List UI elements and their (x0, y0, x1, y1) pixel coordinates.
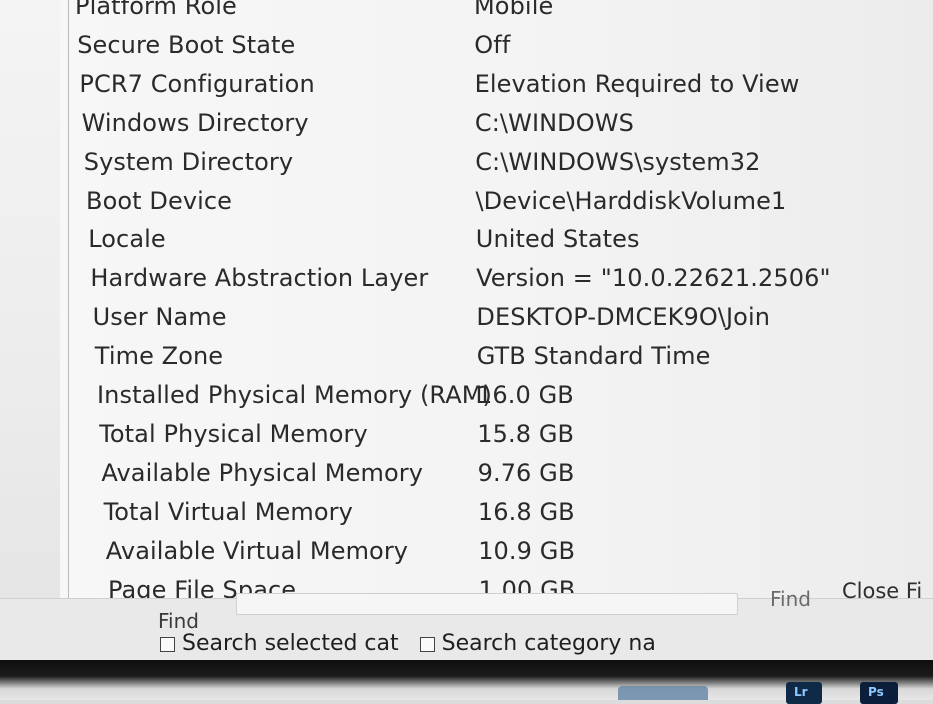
system-summary-table: Platform Role Mobile Secure Boot State Off P… (60, 0, 933, 598)
lightroom-taskbar-icon[interactable]: Lr (786, 682, 822, 704)
value-cell: 16.8 GB (477, 497, 575, 526)
item-cell: Time Zone (94, 342, 224, 371)
table-row[interactable]: PCR7 Configuration Elevation Required to … (60, 70, 933, 110)
find-what-input[interactable] (236, 593, 738, 615)
value-cell: Mobile (474, 0, 554, 20)
value-cell: C:\WINDOWS\system32 (475, 147, 761, 176)
item-cell: Available Physical Memory (101, 458, 424, 487)
item-cell: Total Physical Memory (99, 419, 368, 448)
checkbox-icon (419, 636, 435, 652)
table-row[interactable]: Available Virtual Memory 10.9 GB (60, 537, 933, 577)
item-cell: Locale (88, 225, 166, 254)
item-cell: Total Virtual Memory (103, 497, 353, 526)
close-find-button[interactable]: Close Fi (842, 579, 922, 603)
item-cell: PCR7 Configuration (79, 69, 315, 98)
photoshop-icon-label: Ps (868, 685, 884, 699)
value-cell: DESKTOP-DMCEK9O\Join (476, 303, 771, 332)
search-options: Search selected cat Search category na (160, 631, 656, 656)
value-cell: \Device\HarddiskVolume1 (475, 186, 787, 215)
lightroom-icon-label: Lr (794, 685, 808, 699)
item-cell: Platform Role (75, 0, 237, 20)
item-cell: Windows Directory (81, 108, 309, 137)
search-selected-category-label: Search selected cat (182, 631, 399, 656)
value-cell: Off (474, 30, 511, 59)
table-row[interactable]: Windows Directory C:\WINDOWS (60, 109, 933, 149)
item-cell: Hardware Abstraction Layer (90, 264, 429, 293)
value-cell: United States (475, 225, 640, 254)
table-row[interactable]: Total Virtual Memory 16.8 GB (60, 498, 933, 538)
value-cell: 15.8 GB (477, 419, 575, 448)
search-category-names-label: Search category na (441, 631, 656, 656)
msinfo-window: Platform Role Mobile Secure Boot State Off P… (0, 0, 933, 704)
find-label: Find (158, 609, 199, 633)
table-row[interactable]: User Name DESKTOP-DMCEK9O\Join (60, 303, 933, 343)
table-row[interactable]: Installed Physical Memory (RAM) 16.0 GB (60, 381, 933, 421)
value-cell: Elevation Required to View (474, 69, 800, 98)
taskbar-app-icon[interactable] (618, 686, 708, 700)
item-cell: User Name (92, 303, 227, 332)
value-cell: 16.0 GB (477, 381, 574, 409)
table-row[interactable]: Time Zone GTB Standard Time (60, 342, 933, 382)
table-row[interactable]: Locale United States (60, 225, 933, 265)
item-cell: Boot Device (86, 186, 233, 215)
find-button[interactable]: Find (770, 587, 811, 611)
search-selected-category-checkbox[interactable]: Search selected cat (160, 631, 406, 656)
find-panel: Find Find Close Fi Search selected cat S… (0, 579, 933, 661)
table-row[interactable]: Total Physical Memory 15.8 GB (60, 420, 933, 460)
table-row[interactable]: Platform Role Mobile (60, 0, 933, 32)
table-row[interactable]: Available Physical Memory 9.76 GB (60, 459, 933, 499)
value-cell: 9.76 GB (477, 458, 575, 487)
value-cell: C:\WINDOWS (474, 108, 634, 137)
value-cell: 10.9 GB (478, 536, 576, 565)
table-row[interactable]: Boot Device \Device\HarddiskVolume1 (60, 187, 933, 227)
item-cell: Secure Boot State (77, 30, 296, 59)
table-row[interactable]: Secure Boot State Off (60, 31, 933, 71)
table-row[interactable]: Hardware Abstraction Layer Version = "10.… (60, 264, 933, 304)
item-cell: Available Virtual Memory (105, 536, 409, 565)
checkbox-icon (160, 636, 175, 652)
value-cell: GTB Standard Time (476, 342, 711, 371)
item-cell: Installed Physical Memory (RAM) (97, 381, 493, 409)
value-cell: Version = "10.0.22621.2506" (476, 264, 831, 293)
search-category-names-checkbox[interactable]: Search category na (419, 631, 656, 656)
item-cell: System Directory (83, 147, 294, 176)
table-row[interactable]: System Directory C:\WINDOWS\system32 (60, 148, 933, 188)
photoshop-taskbar-icon[interactable]: Ps (860, 682, 898, 704)
